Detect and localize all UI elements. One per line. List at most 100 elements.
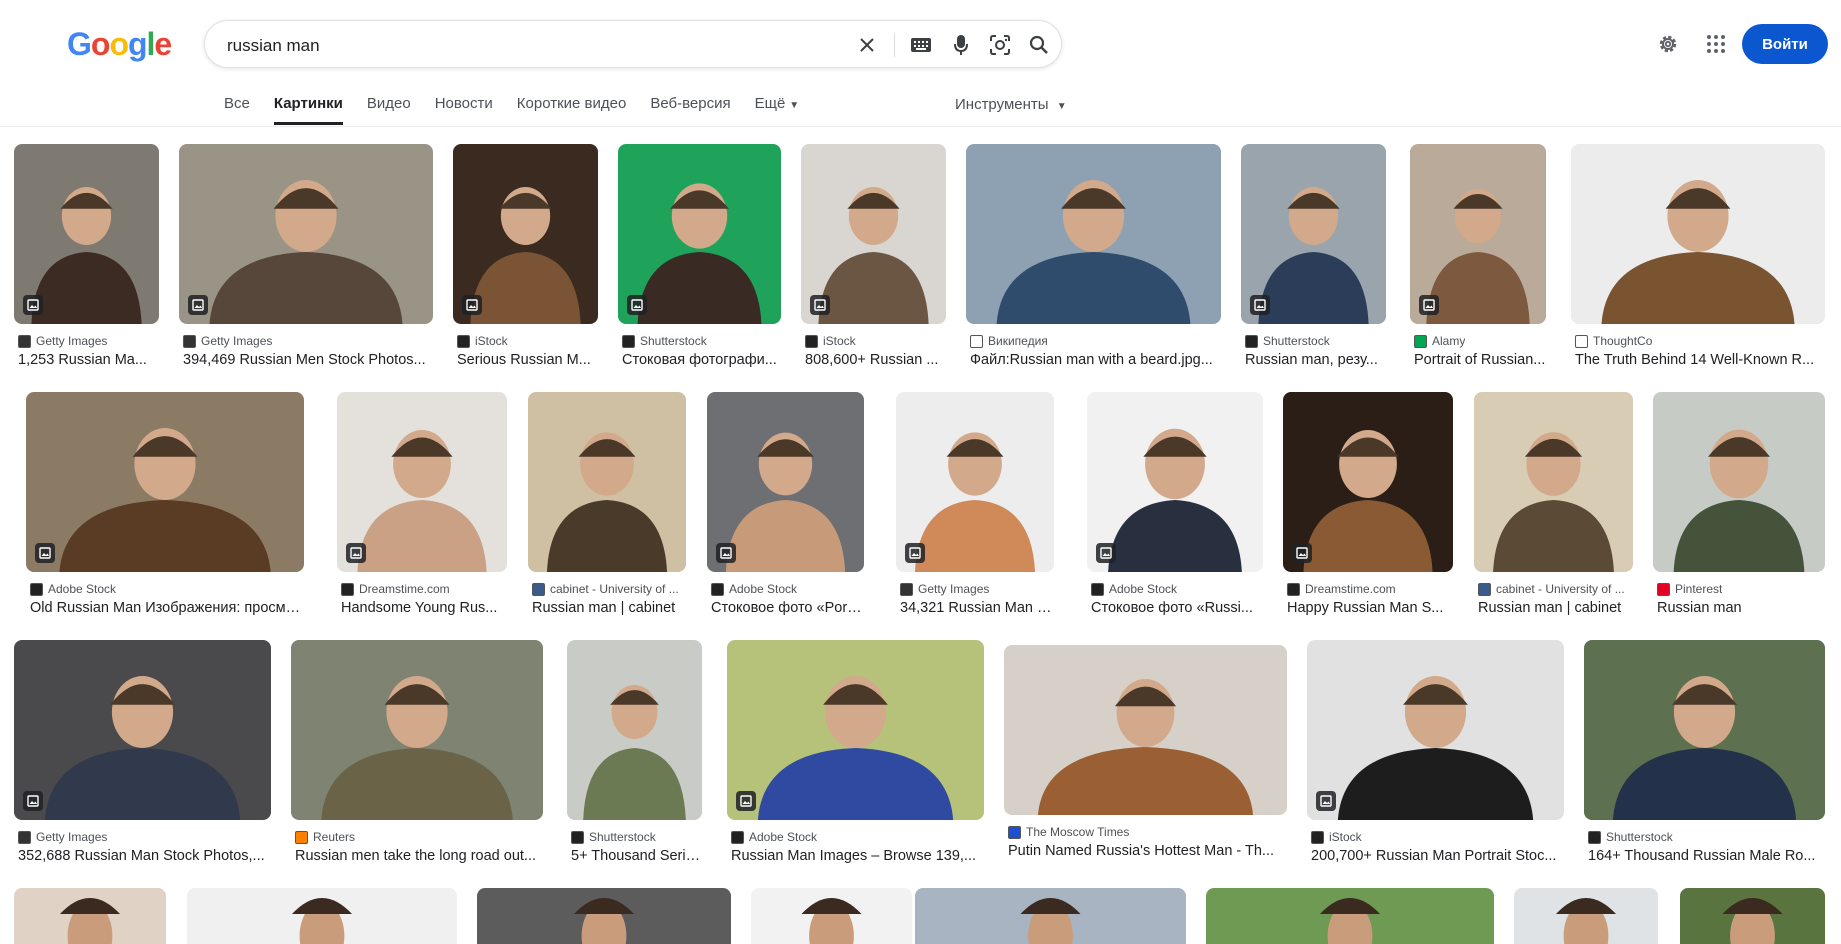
image-result[interactable] bbox=[1514, 888, 1658, 944]
result-source[interactable]: Shutterstock bbox=[1245, 334, 1386, 348]
image-result[interactable]: Getty Images 394,469 Russian Men Stock Ph… bbox=[179, 144, 433, 369]
settings-gear-icon[interactable] bbox=[1656, 32, 1680, 56]
search-box[interactable] bbox=[204, 20, 1062, 68]
result-thumbnail[interactable] bbox=[1653, 392, 1825, 572]
image-result[interactable]: Getty Images 34,321 Russian Man P... bbox=[896, 392, 1054, 617]
google-logo[interactable]: Google bbox=[67, 26, 172, 63]
image-result[interactable] bbox=[751, 888, 912, 944]
result-source[interactable]: iStock bbox=[1311, 830, 1564, 844]
tab-2[interactable]: Видео bbox=[367, 95, 411, 125]
image-result[interactable]: Shutterstock Стоковая фотографи... bbox=[618, 144, 781, 369]
image-result[interactable]: ThoughtCo The Truth Behind 14 Well-Known … bbox=[1571, 144, 1825, 369]
result-thumbnail[interactable] bbox=[1206, 888, 1494, 944]
result-title[interactable]: Happy Russian Man S... bbox=[1287, 600, 1453, 616]
result-thumbnail[interactable] bbox=[896, 392, 1054, 572]
apps-grid-icon[interactable] bbox=[1704, 32, 1728, 56]
result-source[interactable]: ThoughtCo bbox=[1575, 334, 1825, 348]
result-source[interactable]: Alamy bbox=[1414, 334, 1546, 348]
result-source[interactable]: Adobe Stock bbox=[1091, 582, 1263, 596]
microphone-icon[interactable] bbox=[949, 33, 973, 57]
image-result[interactable]: Reuters Russian men take the long road ou… bbox=[291, 640, 543, 865]
result-thumbnail[interactable] bbox=[1680, 888, 1825, 944]
lens-camera-icon[interactable] bbox=[988, 33, 1012, 57]
image-result[interactable]: iStock 808,600+ Russian ... bbox=[801, 144, 946, 369]
image-result[interactable]: iStock Serious Russian M... bbox=[453, 144, 598, 369]
result-thumbnail[interactable] bbox=[187, 888, 457, 944]
result-title[interactable]: 352,688 Russian Man Stock Photos,... bbox=[18, 848, 271, 864]
image-result[interactable]: cabinet - University of ... Russian man |… bbox=[1474, 392, 1633, 617]
result-thumbnail[interactable] bbox=[179, 144, 433, 324]
result-thumbnail[interactable] bbox=[1571, 144, 1825, 324]
result-thumbnail[interactable] bbox=[966, 144, 1221, 324]
result-title[interactable]: Стоковое фото «Russi... bbox=[1091, 600, 1263, 616]
tab-5[interactable]: Веб-версия bbox=[650, 95, 730, 125]
result-source[interactable]: Pinterest bbox=[1657, 582, 1825, 596]
result-thumbnail[interactable] bbox=[1004, 645, 1287, 815]
image-result[interactable]: Getty Images 352,688 Russian Man Stock Ph… bbox=[14, 640, 271, 865]
result-title[interactable]: Old Russian Man Изображения: просматр... bbox=[30, 600, 304, 616]
result-thumbnail[interactable] bbox=[751, 888, 912, 944]
image-result[interactable]: Adobe Stock Old Russian Man Изображения: … bbox=[26, 392, 304, 617]
result-source[interactable]: iStock bbox=[457, 334, 598, 348]
image-result[interactable]: The Moscow Times Putin Named Russia's Hot… bbox=[1004, 640, 1287, 865]
result-thumbnail[interactable] bbox=[14, 640, 271, 820]
tab-4[interactable]: Короткие видео bbox=[517, 95, 627, 125]
result-thumbnail[interactable] bbox=[707, 392, 864, 572]
result-source[interactable]: Getty Images bbox=[900, 582, 1054, 596]
result-source[interactable]: Shutterstock bbox=[1588, 830, 1825, 844]
image-result[interactable]: Shutterstock Russian man, резу... bbox=[1241, 144, 1386, 369]
result-title[interactable]: 34,321 Russian Man P... bbox=[900, 600, 1054, 616]
result-title[interactable]: 394,469 Russian Men Stock Photos... bbox=[183, 352, 433, 368]
result-thumbnail[interactable] bbox=[1241, 144, 1386, 324]
result-source[interactable]: Getty Images bbox=[183, 334, 433, 348]
result-source[interactable]: Adobe Stock bbox=[731, 830, 984, 844]
result-title[interactable]: Russian man | cabinet bbox=[1478, 600, 1633, 616]
result-title[interactable]: The Truth Behind 14 Well-Known R... bbox=[1575, 352, 1825, 368]
result-title[interactable]: Файл:Russian man with a beard.jpg... bbox=[970, 352, 1221, 368]
result-source[interactable]: Dreamstime.com bbox=[341, 582, 507, 596]
result-thumbnail[interactable] bbox=[14, 888, 166, 944]
image-result[interactable] bbox=[915, 888, 1186, 944]
result-title[interactable]: Handsome Young Rus... bbox=[341, 600, 507, 616]
image-result[interactable]: cabinet - University of ... Russian man |… bbox=[528, 392, 686, 617]
result-source[interactable]: iStock bbox=[805, 334, 946, 348]
result-thumbnail[interactable] bbox=[453, 144, 598, 324]
image-result[interactable] bbox=[14, 888, 166, 944]
keyboard-icon[interactable] bbox=[909, 33, 933, 57]
result-thumbnail[interactable] bbox=[915, 888, 1186, 944]
result-thumbnail[interactable] bbox=[1514, 888, 1658, 944]
result-title[interactable]: Putin Named Russia's Hottest Man - Th... bbox=[1008, 843, 1287, 859]
result-source[interactable]: Википедия bbox=[970, 334, 1221, 348]
result-source[interactable]: Adobe Stock bbox=[711, 582, 864, 596]
result-thumbnail[interactable] bbox=[1474, 392, 1633, 572]
result-thumbnail[interactable] bbox=[727, 640, 984, 820]
result-source[interactable]: cabinet - University of ... bbox=[532, 582, 686, 596]
tab-0[interactable]: Все bbox=[224, 95, 250, 125]
image-result[interactable] bbox=[1680, 888, 1825, 944]
image-result[interactable]: Pinterest Russian man bbox=[1653, 392, 1825, 617]
result-title[interactable]: 5+ Thousand Serio... bbox=[571, 848, 702, 864]
result-source[interactable]: The Moscow Times bbox=[1008, 825, 1287, 839]
image-result[interactable]: Getty Images 1,253 Russian Ma... bbox=[14, 144, 159, 369]
result-thumbnail[interactable] bbox=[1283, 392, 1453, 572]
result-title[interactable]: 808,600+ Russian ... bbox=[805, 352, 946, 368]
image-result[interactable]: Adobe Stock Стоковое фото «Portr... bbox=[707, 392, 864, 617]
result-thumbnail[interactable] bbox=[1307, 640, 1564, 820]
result-thumbnail[interactable] bbox=[26, 392, 304, 572]
search-icon[interactable] bbox=[1027, 33, 1051, 57]
image-result[interactable]: Shutterstock 164+ Thousand Russian Male R… bbox=[1584, 640, 1825, 865]
image-result[interactable]: Dreamstime.com Happy Russian Man S... bbox=[1283, 392, 1453, 617]
image-result[interactable] bbox=[477, 888, 731, 944]
result-title[interactable]: 200,700+ Russian Man Portrait Stoc... bbox=[1311, 848, 1564, 864]
tab-6[interactable]: Ещё ▼ bbox=[755, 95, 800, 125]
login-button[interactable]: Войти bbox=[1742, 24, 1828, 64]
image-result[interactable]: Adobe Stock Russian Man Images – Browse 1… bbox=[727, 640, 984, 865]
image-result[interactable] bbox=[1206, 888, 1494, 944]
search-input[interactable] bbox=[225, 33, 829, 59]
result-title[interactable]: Russian man | cabinet bbox=[532, 600, 686, 616]
result-source[interactable]: Shutterstock bbox=[622, 334, 781, 348]
image-result[interactable] bbox=[187, 888, 457, 944]
clear-icon[interactable] bbox=[855, 33, 879, 57]
image-result[interactable]: Dreamstime.com Handsome Young Rus... bbox=[337, 392, 507, 617]
result-thumbnail[interactable] bbox=[801, 144, 946, 324]
